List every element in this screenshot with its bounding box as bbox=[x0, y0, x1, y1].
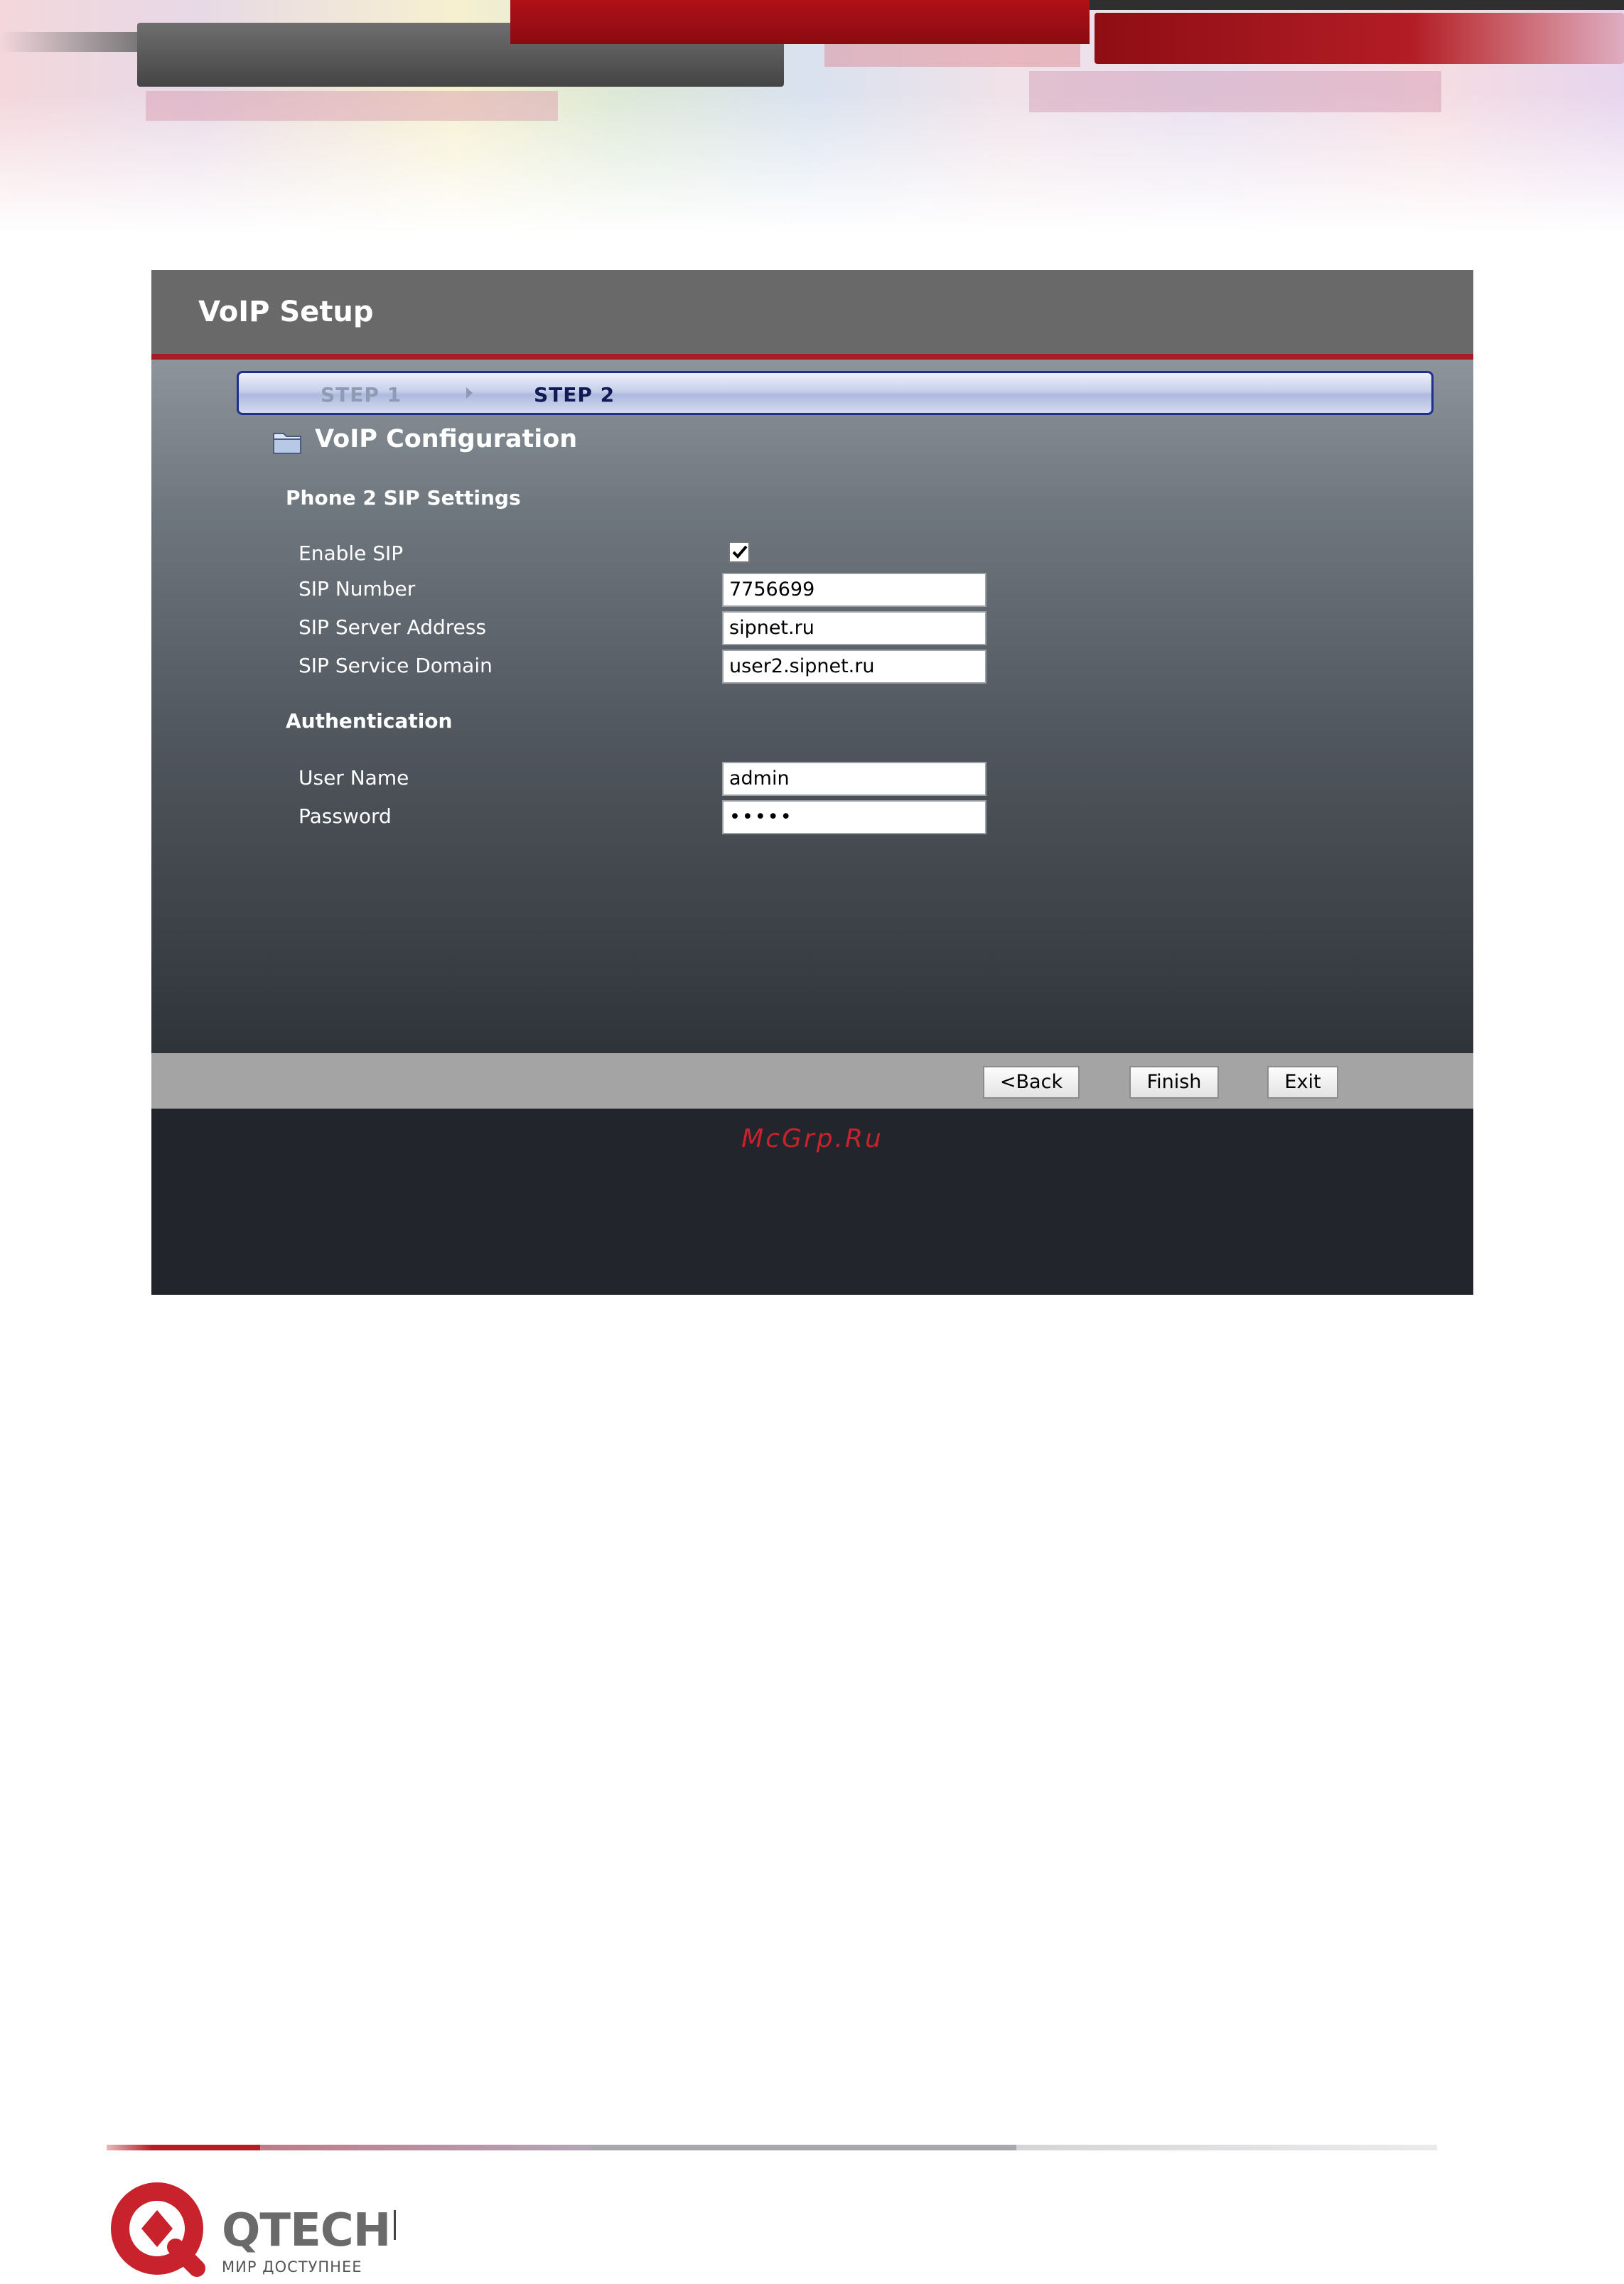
folder-icon bbox=[273, 433, 301, 454]
header-banner bbox=[0, 0, 1624, 242]
sip-domain-input[interactable]: user2.sipnet.ru bbox=[722, 650, 986, 684]
banner-red-bar bbox=[510, 0, 1090, 44]
step-arrow-icon bbox=[466, 387, 473, 399]
brand-name: QTECH bbox=[222, 2204, 391, 2257]
voip-setup-window: VoIP Setup STEP 1 STEP 2 VoIP Configurat… bbox=[151, 270, 1473, 1295]
button-bar: <Back Finish Exit bbox=[151, 1053, 1473, 1109]
step-2-label: STEP 2 bbox=[534, 383, 615, 406]
footer-rule-mauve bbox=[260, 2145, 591, 2150]
authentication-title: Authentication bbox=[286, 709, 453, 733]
banner-pink-block bbox=[824, 44, 1080, 67]
watermark-text: McGrp.Ru bbox=[741, 1124, 883, 1153]
footer-rule-light bbox=[1016, 2145, 1437, 2150]
banner-red-bar bbox=[1095, 13, 1624, 64]
password-input[interactable]: ••••• bbox=[722, 800, 986, 834]
finish-button[interactable]: Finish bbox=[1129, 1066, 1219, 1099]
step-1-label: STEP 1 bbox=[321, 383, 402, 406]
checkmark-icon bbox=[732, 545, 748, 559]
sip-number-label: SIP Number bbox=[299, 577, 416, 600]
sip-server-input[interactable]: sipnet.ru bbox=[722, 611, 986, 645]
sip-server-label: SIP Server Address bbox=[299, 615, 487, 639]
password-label: Password bbox=[299, 804, 392, 828]
footer-rule-red bbox=[107, 2145, 260, 2150]
username-label: User Name bbox=[299, 766, 409, 790]
step-indicator: STEP 1 STEP 2 bbox=[237, 371, 1434, 415]
enable-sip-checkbox[interactable] bbox=[728, 542, 750, 563]
footer-rule-grey bbox=[591, 2145, 1016, 2150]
window-titlebar: VoIP Setup bbox=[151, 270, 1473, 360]
sip-domain-label: SIP Service Domain bbox=[299, 654, 493, 677]
banner-pink-block bbox=[146, 91, 558, 121]
username-input[interactable]: admin bbox=[722, 762, 986, 796]
back-button[interactable]: <Back bbox=[983, 1066, 1080, 1099]
window-title: VoIP Setup bbox=[198, 296, 374, 328]
sip-settings-title: Phone 2 SIP Settings bbox=[286, 486, 521, 510]
enable-sip-label: Enable SIP bbox=[299, 542, 404, 565]
brand-separator bbox=[394, 2210, 396, 2240]
brand-tagline: МИР ДОСТУПНЕЕ bbox=[222, 2258, 362, 2275]
section-title: VoIP Configuration bbox=[315, 425, 578, 453]
banner-dark-bar bbox=[1090, 0, 1624, 10]
sip-number-input[interactable]: 7756699 bbox=[722, 573, 986, 607]
exit-button[interactable]: Exit bbox=[1267, 1066, 1338, 1099]
banner-dark-bar bbox=[0, 32, 156, 52]
content-area: STEP 1 STEP 2 VoIP Configuration Phone 2… bbox=[151, 360, 1473, 1053]
qtech-logo-icon bbox=[111, 2182, 205, 2277]
banner-pink-block bbox=[1029, 71, 1441, 112]
